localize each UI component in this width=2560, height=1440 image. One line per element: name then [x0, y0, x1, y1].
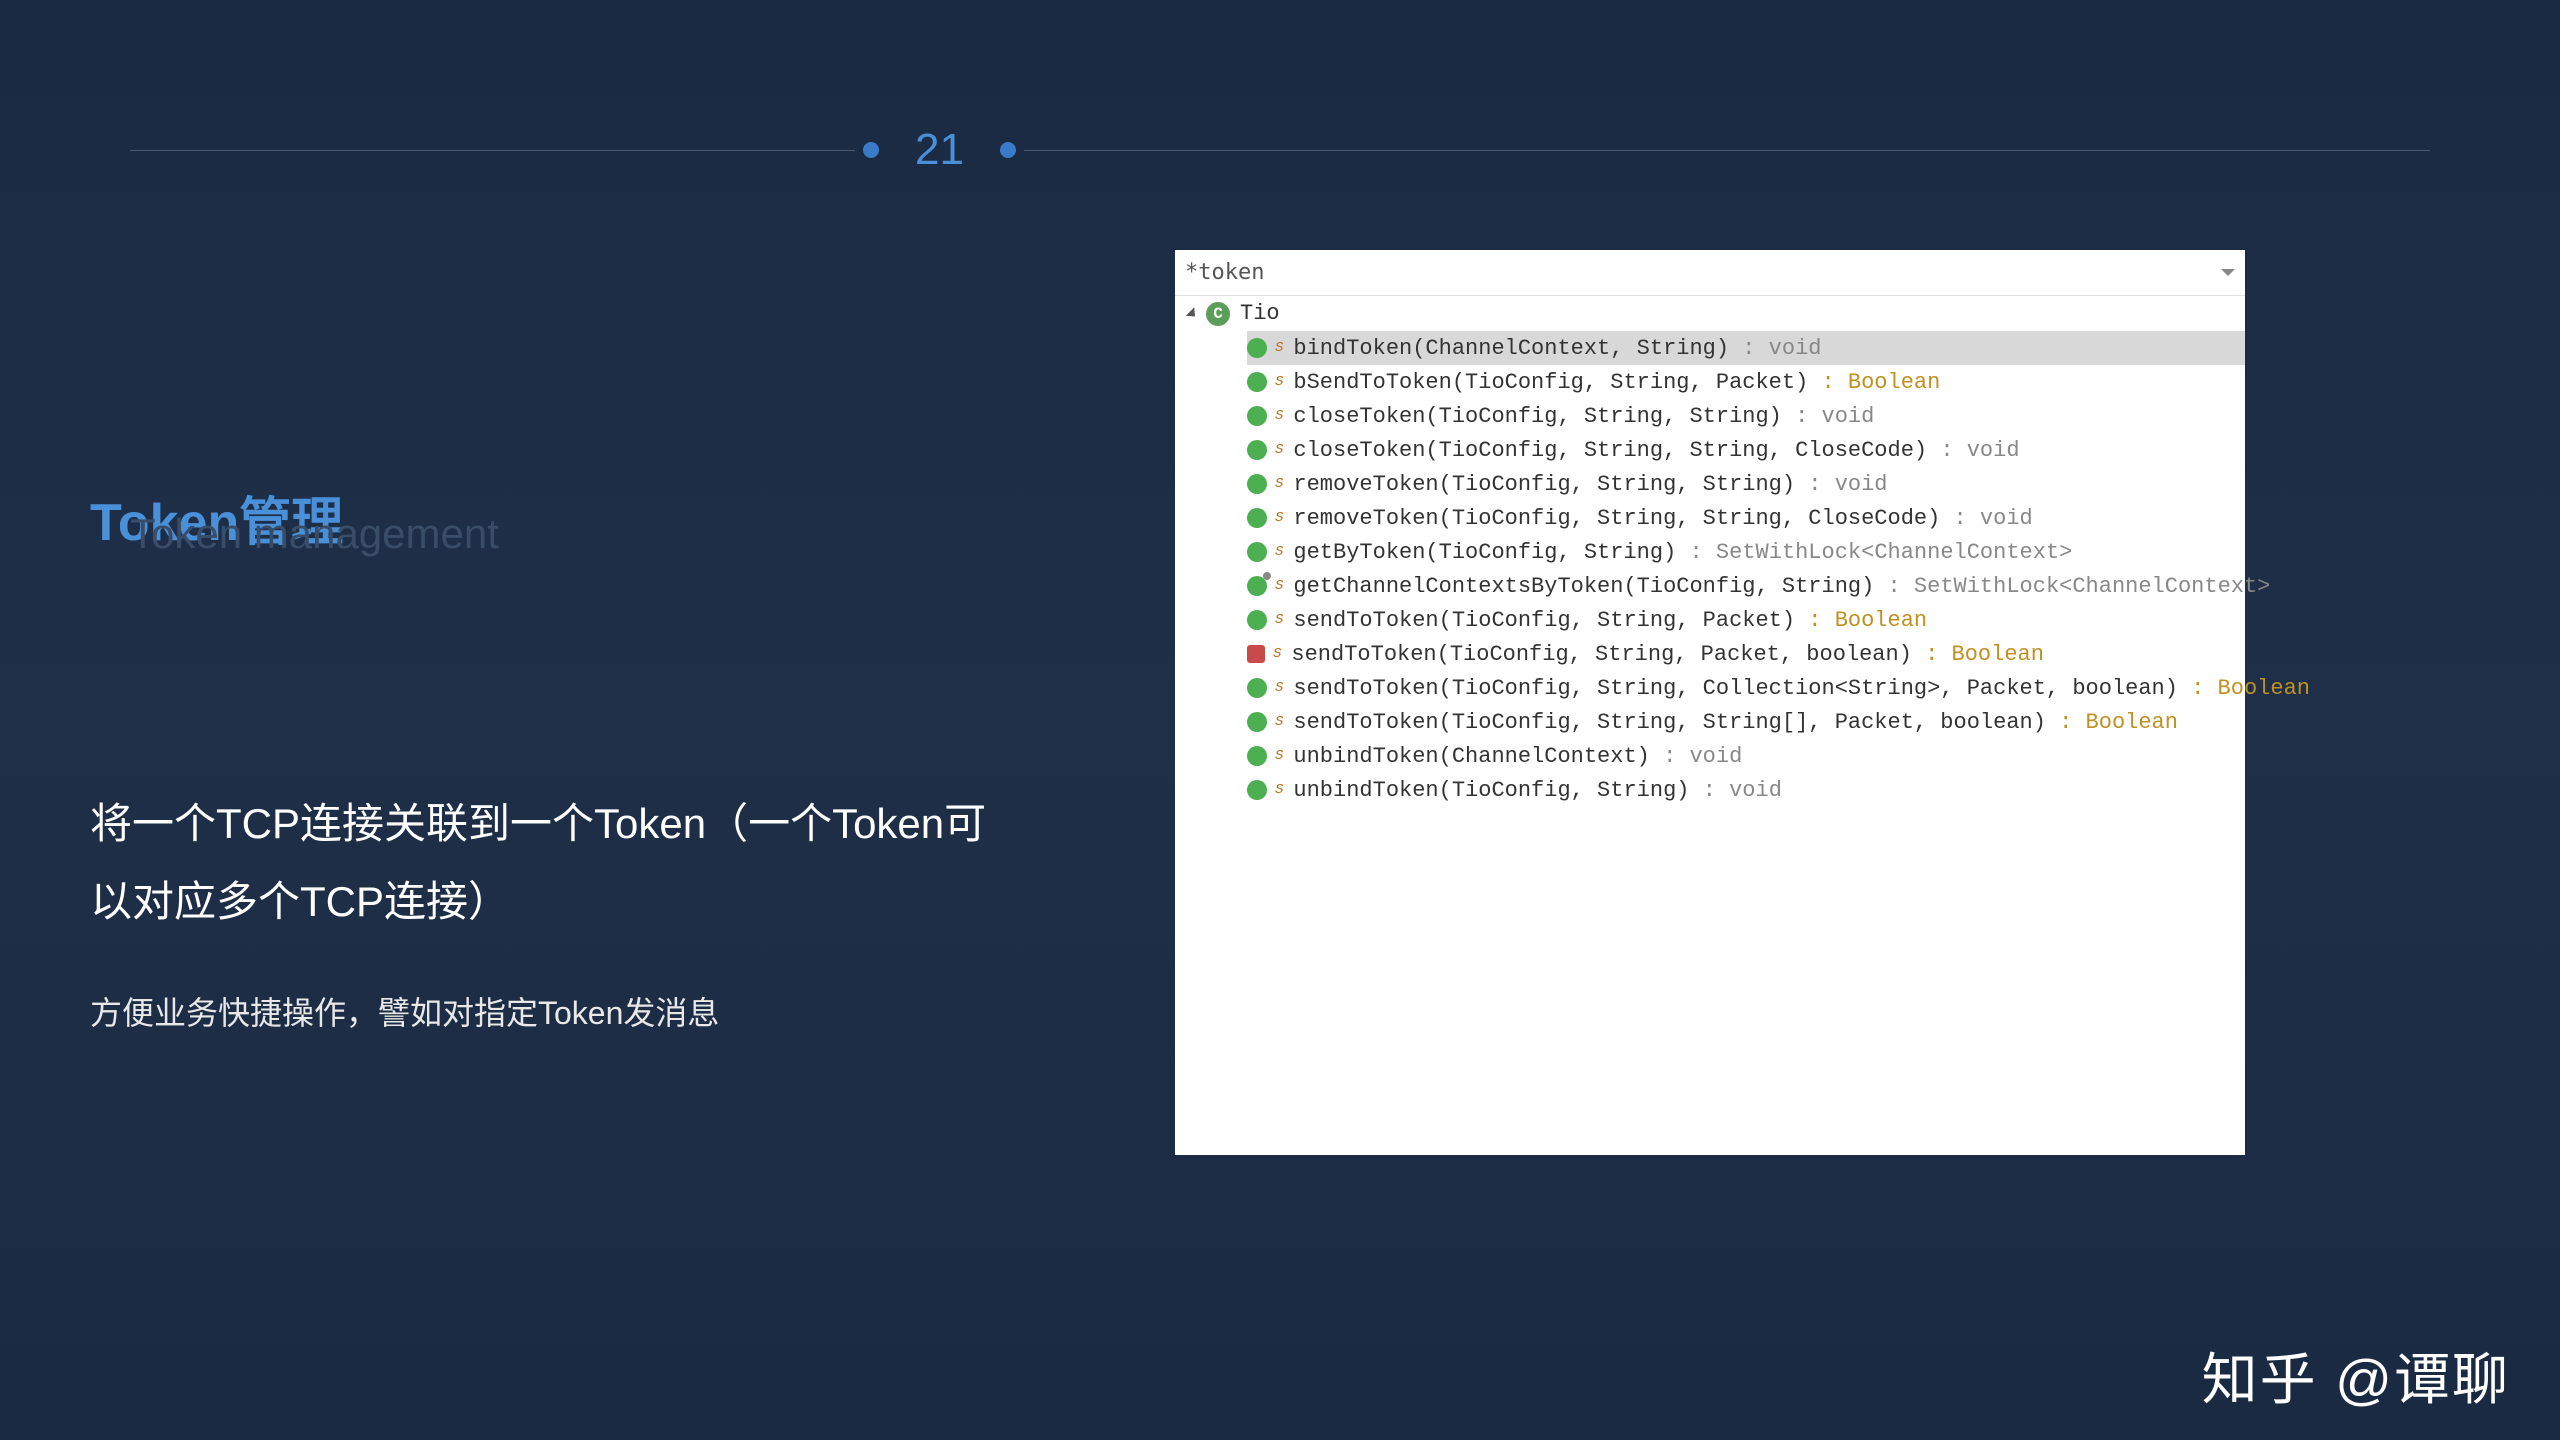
method-signature: bindToken(ChannelContext, String) : void	[1293, 336, 1821, 361]
ide-outline-panel: *token C Tio SbindToken(ChannelContext, …	[1175, 250, 2245, 1155]
static-modifier-icon: S	[1275, 680, 1283, 696]
static-modifier-icon: S	[1275, 408, 1283, 424]
class-icon: C	[1206, 302, 1230, 326]
method-item[interactable]: SunbindToken(TioConfig, String) : void	[1247, 773, 2245, 807]
static-modifier-icon: S	[1275, 612, 1283, 628]
return-type: : void	[1703, 778, 1782, 803]
divider-dot-right	[1000, 142, 1016, 158]
method-signature: closeToken(TioConfig, String, String, Cl…	[1293, 438, 2019, 463]
method-signature: unbindToken(ChannelContext) : void	[1293, 744, 1742, 769]
public-method-icon	[1247, 474, 1267, 494]
description-primary: 将一个TCP连接关联到一个Token（一个Token可以对应多个TCP连接）	[90, 785, 990, 940]
return-type: : Boolean	[1925, 642, 2044, 667]
public-method-icon	[1247, 372, 1267, 392]
top-divider: 21	[130, 140, 2430, 160]
static-modifier-icon: S	[1275, 340, 1283, 356]
static-modifier-icon: S	[1275, 544, 1283, 560]
method-item[interactable]: SbSendToToken(TioConfig, String, Packet)…	[1247, 365, 2245, 399]
static-modifier-icon: S	[1275, 748, 1283, 764]
return-type: : Boolean	[1808, 608, 1927, 633]
method-item[interactable]: SsendToToken(TioConfig, String, Collecti…	[1247, 671, 2245, 705]
dropdown-arrow-icon[interactable]	[2221, 269, 2235, 276]
method-item[interactable]: ScloseToken(TioConfig, String, String, C…	[1247, 433, 2245, 467]
search-input-text: *token	[1185, 260, 2221, 285]
left-text-block: Token management Token管理 将一个TCP连接关联到一个To…	[90, 480, 990, 1034]
divider-line-left	[130, 150, 855, 151]
method-signature: unbindToken(TioConfig, String) : void	[1293, 778, 1782, 803]
return-type: : SetWithLock<ChannelContext>	[1689, 540, 2072, 565]
return-type: : void	[1954, 506, 2033, 531]
method-signature: sendToToken(TioConfig, String, Packet) :…	[1293, 608, 1927, 633]
subtitle: Token management	[130, 510, 499, 558]
ide-search-bar[interactable]: *token	[1175, 250, 2245, 296]
return-type: : void	[1940, 438, 2019, 463]
static-modifier-icon: S	[1275, 578, 1283, 594]
method-signature: closeToken(TioConfig, String, String) : …	[1293, 404, 1874, 429]
method-item[interactable]: SremoveToken(TioConfig, String, String, …	[1247, 501, 2245, 535]
public-method-icon	[1247, 338, 1267, 358]
method-signature: sendToToken(TioConfig, String, Collectio…	[1293, 676, 2310, 701]
class-tree-node[interactable]: C Tio	[1175, 296, 2245, 331]
return-type: : void	[1742, 336, 1821, 361]
package-method-icon	[1247, 576, 1267, 596]
static-modifier-icon: S	[1275, 442, 1283, 458]
method-item[interactable]: SsendToToken(TioConfig, String, Packet, …	[1247, 637, 2245, 671]
static-modifier-icon: S	[1275, 714, 1283, 730]
public-method-icon	[1247, 440, 1267, 460]
static-modifier-icon: S	[1275, 374, 1283, 390]
return-type: : Boolean	[2059, 710, 2178, 735]
private-method-icon	[1247, 645, 1265, 663]
method-item[interactable]: SsendToToken(TioConfig, String, String[]…	[1247, 705, 2245, 739]
method-item[interactable]: ScloseToken(TioConfig, String, String) :…	[1247, 399, 2245, 433]
divider-line-right	[1024, 150, 2430, 151]
public-method-icon	[1247, 508, 1267, 528]
watermark: 知乎 @谭聊	[2202, 1335, 2510, 1416]
expand-arrow-icon[interactable]	[1186, 307, 1199, 320]
public-method-icon	[1247, 712, 1267, 732]
method-item[interactable]: SsendToToken(TioConfig, String, Packet) …	[1247, 603, 2245, 637]
return-type: : void	[1663, 744, 1742, 769]
method-signature: sendToToken(TioConfig, String, Packet, b…	[1291, 642, 2044, 667]
page-number: 21	[915, 125, 964, 175]
method-signature: removeToken(TioConfig, String, String) :…	[1293, 472, 1887, 497]
public-method-icon	[1247, 746, 1267, 766]
public-method-icon	[1247, 678, 1267, 698]
description-secondary: 方便业务快捷操作，譬如对指定Token发消息	[90, 988, 990, 1034]
static-modifier-icon: S	[1275, 476, 1283, 492]
method-signature: getByToken(TioConfig, String) : SetWithL…	[1293, 540, 2072, 565]
return-type: : Boolean	[2191, 676, 2310, 701]
method-item[interactable]: SbindToken(ChannelContext, String) : voi…	[1247, 331, 2245, 365]
method-signature: removeToken(TioConfig, String, String, C…	[1293, 506, 2032, 531]
method-item[interactable]: SremoveToken(TioConfig, String, String) …	[1247, 467, 2245, 501]
method-signature: getChannelContextsByToken(TioConfig, Str…	[1293, 574, 2270, 599]
return-type: : void	[1795, 404, 1874, 429]
method-item[interactable]: SgetChannelContextsByToken(TioConfig, St…	[1247, 569, 2245, 603]
public-method-icon	[1247, 610, 1267, 630]
static-modifier-icon: S	[1273, 646, 1281, 662]
method-signature: sendToToken(TioConfig, String, String[],…	[1293, 710, 2178, 735]
method-item[interactable]: SunbindToken(ChannelContext) : void	[1247, 739, 2245, 773]
public-method-icon	[1247, 780, 1267, 800]
public-method-icon	[1247, 406, 1267, 426]
class-name: Tio	[1240, 301, 1280, 326]
divider-dot-left	[863, 142, 879, 158]
return-type: : Boolean	[1822, 370, 1941, 395]
public-method-icon	[1247, 542, 1267, 562]
static-modifier-icon: S	[1275, 510, 1283, 526]
return-type: : SetWithLock<ChannelContext>	[1888, 574, 2271, 599]
method-list: SbindToken(ChannelContext, String) : voi…	[1175, 331, 2245, 807]
method-item[interactable]: SgetByToken(TioConfig, String) : SetWith…	[1247, 535, 2245, 569]
static-modifier-icon: S	[1275, 782, 1283, 798]
return-type: : void	[1808, 472, 1887, 497]
method-signature: bSendToToken(TioConfig, String, Packet) …	[1293, 370, 1940, 395]
